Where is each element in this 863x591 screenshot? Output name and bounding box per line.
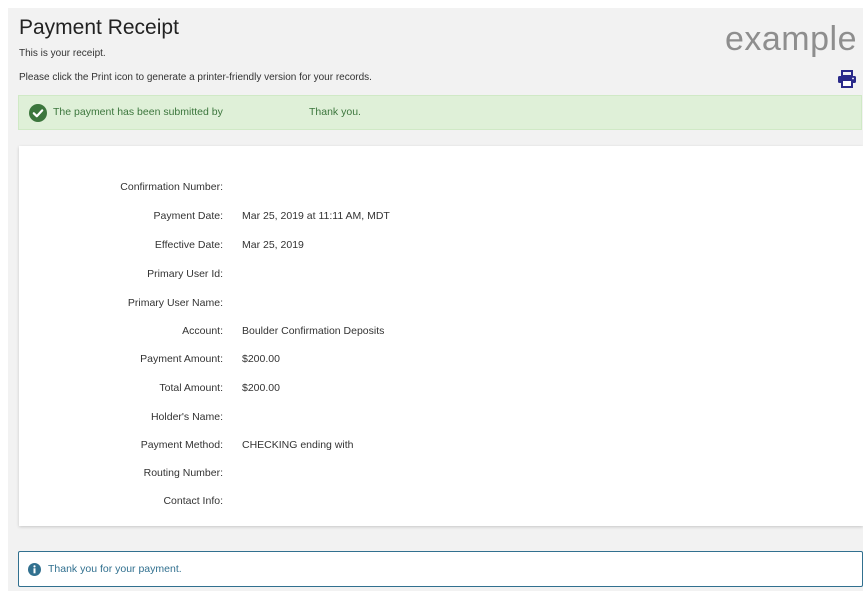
- receipt-details-card: Confirmation Number: Payment Date: Mar 2…: [19, 146, 863, 526]
- payment-date-value: Mar 25, 2019 at 11:11 AM, MDT: [242, 210, 390, 222]
- print-icon: [838, 70, 856, 88]
- confirmation-number-label: Confirmation Number:: [120, 181, 223, 193]
- success-message: The payment has been submitted by: [53, 106, 223, 118]
- holders-name-row: Holder's Name:: [19, 411, 863, 431]
- contact-info-label: Contact Info:: [163, 495, 223, 507]
- info-alert: Thank you for your payment.: [18, 551, 863, 587]
- payment-method-value: CHECKING ending with: [242, 439, 354, 451]
- print-instructions: Please click the Print icon to generate …: [19, 72, 372, 83]
- routing-number-label: Routing Number:: [143, 467, 223, 479]
- primary-user-id-row: Primary User Id:: [19, 268, 863, 288]
- contact-info-row: Contact Info:: [19, 495, 863, 515]
- routing-number-row: Routing Number:: [19, 467, 863, 487]
- primary-user-name-row: Primary User Name:: [19, 297, 863, 317]
- account-label: Account:: [182, 325, 223, 337]
- effective-date-value: Mar 25, 2019: [242, 239, 304, 251]
- account-row: Account: Boulder Confirmation Deposits: [19, 325, 863, 345]
- payment-method-label: Payment Method:: [140, 439, 223, 451]
- watermark-text: example: [724, 20, 857, 58]
- holders-name-label: Holder's Name:: [150, 411, 223, 423]
- payment-amount-value: $200.00: [242, 353, 280, 365]
- primary-user-name-label: Primary User Name:: [127, 297, 223, 309]
- payment-date-label: Payment Date:: [153, 210, 223, 222]
- check-circle-icon: [29, 104, 47, 122]
- receipt-page: Payment Receipt example This is your rec…: [8, 8, 863, 591]
- total-amount-value: $200.00: [242, 382, 280, 394]
- print-button[interactable]: [837, 70, 857, 88]
- primary-user-id-label: Primary User Id:: [147, 268, 223, 280]
- success-thanks: Thank you.: [309, 106, 361, 118]
- page-subtitle: This is your receipt.: [19, 48, 106, 59]
- confirmation-number-row: Confirmation Number:: [19, 181, 863, 201]
- total-amount-row: Total Amount: $200.00: [19, 382, 863, 402]
- payment-date-row: Payment Date: Mar 25, 2019 at 11:11 AM, …: [19, 210, 863, 230]
- info-circle-icon: [28, 563, 41, 576]
- payment-amount-row: Payment Amount: $200.00: [19, 353, 863, 373]
- account-value: Boulder Confirmation Deposits: [242, 325, 385, 337]
- success-alert: The payment has been submitted by Thank …: [18, 95, 862, 130]
- payment-method-row: Payment Method: CHECKING ending with: [19, 439, 863, 459]
- info-message: Thank you for your payment.: [48, 563, 182, 575]
- effective-date-row: Effective Date: Mar 25, 2019: [19, 239, 863, 259]
- page-title: Payment Receipt: [19, 16, 179, 39]
- total-amount-label: Total Amount:: [159, 382, 223, 394]
- payment-amount-label: Payment Amount:: [140, 353, 223, 365]
- effective-date-label: Effective Date:: [154, 239, 223, 251]
